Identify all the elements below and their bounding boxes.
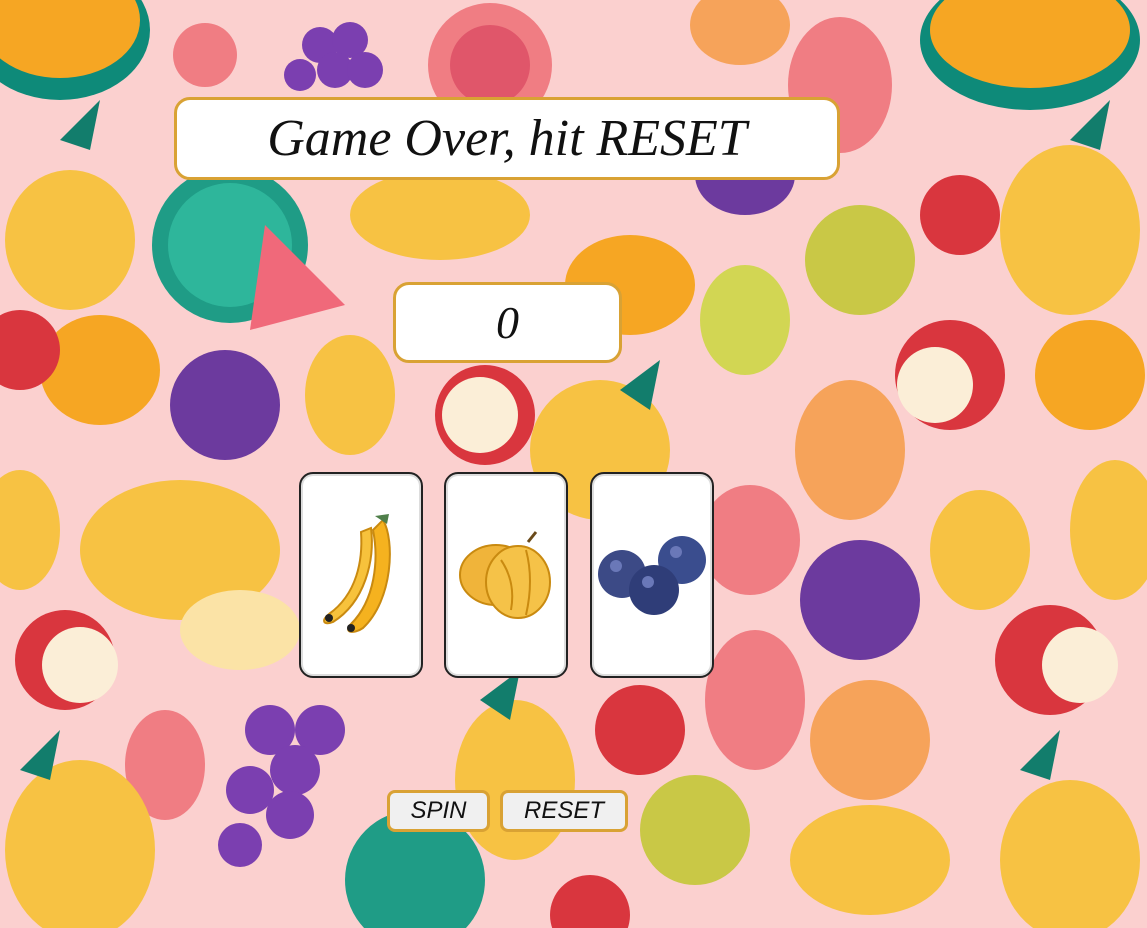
- score-display: 0: [393, 282, 622, 363]
- reel-3: [590, 472, 714, 678]
- reel-2: [444, 472, 568, 678]
- banana-icon: [323, 514, 391, 633]
- starfruit-icon: [459, 531, 551, 619]
- reset-button[interactable]: RESET: [500, 790, 628, 832]
- reel-1: [299, 472, 423, 678]
- game-message: Game Over, hit RESET: [174, 97, 840, 180]
- blueberries-icon: [598, 536, 706, 615]
- spin-button[interactable]: SPIN: [387, 790, 490, 832]
